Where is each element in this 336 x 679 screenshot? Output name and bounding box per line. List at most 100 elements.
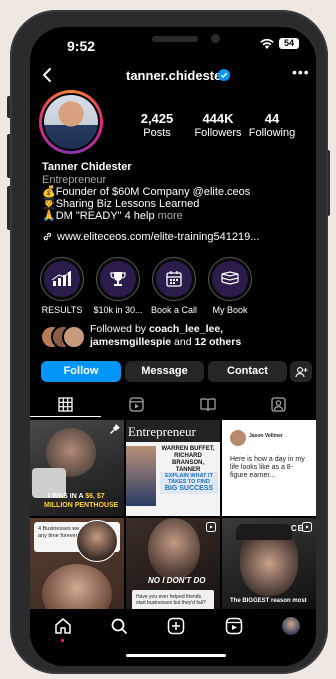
highlight-label: $10k in 30...	[93, 305, 143, 315]
followed-by-others[interactable]: 12 others	[194, 336, 241, 348]
tab-posts-grid[interactable]	[30, 391, 101, 417]
profile-display-name: Tanner Chidester	[42, 161, 132, 173]
screen: 9:52 54 tanner.chidester ••• 2,425 Posts…	[30, 27, 316, 666]
highlight-ring	[208, 257, 252, 301]
contact-button[interactable]: Contact	[208, 361, 287, 382]
post-face	[42, 564, 112, 614]
home-indicator	[126, 654, 226, 657]
highlight-my-book[interactable]: My Book	[202, 257, 258, 315]
reel-icon	[206, 522, 216, 532]
post-thumbnail[interactable]: 4 Businesses we all can start any time f…	[30, 518, 124, 614]
post-thumbnail[interactable]: Jason Vollmer Here is how a day in my li…	[222, 420, 316, 516]
tab-active-indicator	[30, 416, 101, 417]
avatar-border	[42, 93, 100, 151]
highlight-cover	[44, 261, 80, 297]
highlight-label: Book a Call	[150, 305, 198, 315]
home-icon[interactable]	[54, 617, 72, 635]
post-caption-line-2: MILLION PENTHOUSE	[44, 502, 119, 509]
bio-line-3-text: 🙏DM "READY" 4 help	[42, 210, 155, 222]
stat-followers-label: Followers	[194, 127, 242, 139]
stat-followers-value: 444K	[202, 111, 234, 126]
guide-icon	[199, 397, 216, 411]
stat-followers[interactable]: 444K Followers	[190, 111, 246, 139]
follow-button[interactable]: Follow	[41, 361, 121, 382]
tagged-icon	[271, 396, 286, 412]
message-button[interactable]: Message	[125, 361, 204, 382]
post-cap	[236, 524, 292, 540]
post-box-line-1: EXPLAIN WHAT IT TAKES TO FIND	[165, 473, 213, 485]
search-icon[interactable]	[110, 617, 128, 635]
speaker-grille	[152, 36, 198, 42]
post-thumbnail[interactable]: I WAS IN A $6, $7 MILLION PENTHOUSE	[30, 420, 124, 516]
tab-reels[interactable]	[101, 391, 172, 417]
reels-icon	[129, 396, 144, 412]
bio-more-link[interactable]: more	[158, 210, 183, 222]
pin-icon	[110, 424, 120, 434]
post-caption: NO I DON'T DO	[148, 576, 206, 585]
reels-icon[interactable]	[225, 617, 243, 635]
notification-dot	[61, 639, 64, 642]
post-caption: The BIGGEST reason most	[230, 598, 307, 604]
wifi-icon	[260, 38, 274, 49]
tab-guides[interactable]	[172, 391, 243, 417]
highlight-cover	[156, 261, 192, 297]
more-options-icon[interactable]: •••	[292, 64, 310, 80]
post-text: Here is how a day in my life looks like …	[230, 456, 305, 479]
post-author-name: Jason Vollmer	[249, 433, 283, 439]
bottom-nav	[30, 609, 316, 666]
followed-by-and: and	[171, 336, 195, 348]
profile-avatar-icon[interactable]	[282, 617, 300, 635]
posts-grid: I WAS IN A $6, $7 MILLION PENTHOUSE Entr…	[30, 420, 316, 614]
post-title: Entrepreneur	[128, 424, 196, 439]
verified-badge-icon	[218, 69, 230, 81]
post-author-avatar	[230, 430, 246, 446]
post-caption: I WAS IN A $6, $7	[48, 493, 105, 500]
post-thumbnail[interactable]: Entrepreneur WARREN BUFFET, RICHARD BRAN…	[126, 420, 220, 516]
bio-line-3: 🙏DM "READY" 4 help more	[42, 210, 304, 223]
post-box: EXPLAIN WHAT IT TAKES TO FIND BIG SUCCES…	[160, 472, 218, 494]
highlight-ring	[40, 257, 84, 301]
stat-posts-value: 2,425	[140, 111, 174, 126]
link-icon	[43, 232, 52, 241]
trophy-icon	[110, 272, 126, 286]
post-thumbnail[interactable]: ELITE CE The BIGGEST reason most	[222, 518, 316, 614]
back-arrow-icon[interactable]	[40, 67, 54, 83]
post-text: Have you ever helped friends start busin…	[136, 594, 206, 606]
highlight-book-a-call[interactable]: Book a Call	[146, 257, 202, 315]
highlight-cover	[212, 261, 248, 297]
post-box-line-2: BIG SUCCESS	[164, 485, 214, 492]
stat-following-label: Following	[248, 127, 296, 139]
follower-avatar	[62, 325, 86, 349]
add-person-icon	[294, 367, 307, 378]
followed-by-text: Followed by coach_lee_lee, jamesmgillesp…	[90, 323, 305, 349]
profile-link-text: www.eliteceos.com/elite-training541219..…	[57, 231, 260, 243]
profile-link[interactable]: www.eliteceos.com/elite-training541219..…	[42, 231, 259, 243]
stat-following-value: 44	[264, 111, 280, 126]
grid-icon	[58, 396, 73, 412]
create-post-icon[interactable]	[167, 617, 185, 635]
post-face	[148, 518, 200, 580]
highlight-ring	[96, 257, 140, 301]
highlight-label: RESULTS	[41, 305, 83, 315]
status-time: 9:52	[67, 38, 96, 54]
highlight-results[interactable]: RESULTS	[34, 257, 90, 315]
post-thumbnail[interactable]: NO I DON'T DO Have you ever helped frien…	[126, 518, 220, 614]
stat-posts-label: Posts	[143, 127, 171, 139]
avatar-photo	[44, 95, 98, 149]
followed-by-prefix: Followed by	[90, 323, 149, 335]
chart-icon	[51, 271, 72, 286]
status-bar: 9:52 54	[30, 27, 316, 63]
post-face	[76, 520, 118, 562]
battery-indicator: 54	[279, 38, 299, 49]
tab-tagged[interactable]	[243, 391, 314, 417]
stat-posts[interactable]: 2,425 Posts	[134, 111, 180, 139]
profile-header: tanner.chidester •••	[30, 64, 316, 87]
suggest-people-button[interactable]	[290, 361, 312, 382]
book-icon	[221, 271, 239, 285]
profile-avatar[interactable]	[39, 90, 103, 154]
calendar-icon	[166, 271, 182, 287]
stat-following[interactable]: 44 Following	[247, 111, 297, 139]
post-person	[126, 446, 156, 506]
highlight-10k[interactable]: $10k in 30...	[90, 257, 146, 315]
post-caption-money: $6, $7	[85, 493, 105, 500]
